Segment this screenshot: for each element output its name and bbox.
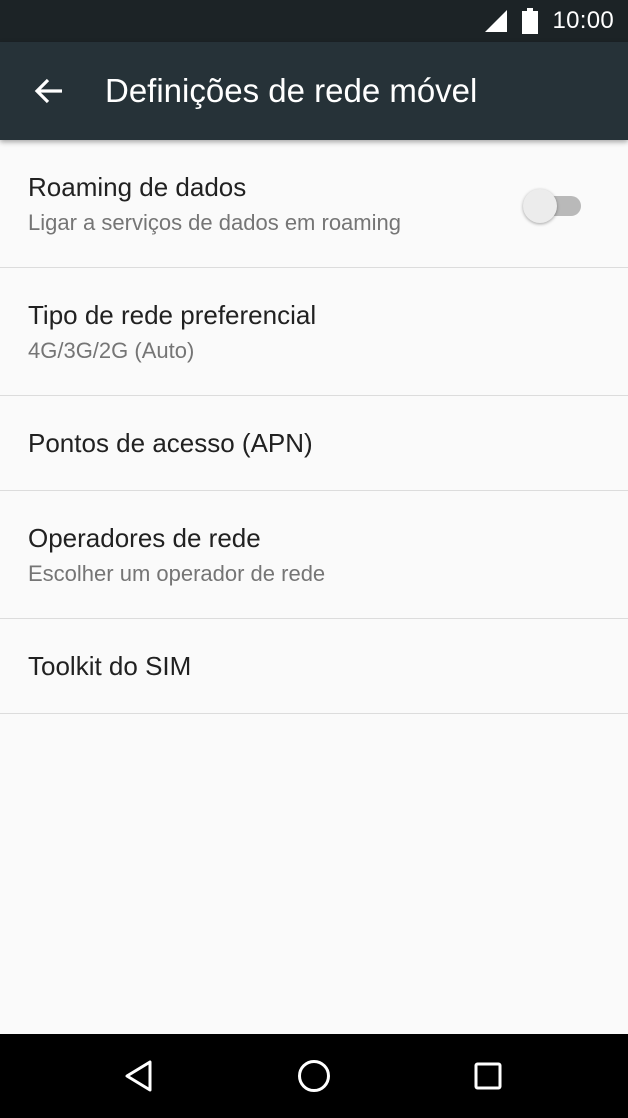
setting-summary: 4G/3G/2G (Auto): [28, 338, 195, 363]
setting-data-roaming[interactable]: Roaming de dados Ligar a serviços de dad…: [0, 140, 628, 268]
setting-summary: Escolher um operador de rede: [28, 561, 326, 586]
setting-network-operators[interactable]: Operadores de rede Escolher um operador …: [0, 491, 628, 619]
triangle-back-icon: [125, 1060, 152, 1092]
setting-title: Tipo de rede preferencial: [28, 300, 317, 330]
arrow-back-icon: [34, 78, 62, 104]
page-title: Definições de rede móvel: [105, 72, 478, 109]
toolbar: Definições de rede móvel: [0, 42, 628, 140]
square-recents-icon: [474, 1062, 502, 1090]
settings-list: Roaming de dados Ligar a serviços de dad…: [0, 140, 628, 714]
setting-title: Toolkit do SIM: [28, 651, 192, 681]
status-bar: 10:00: [0, 0, 628, 42]
switch-thumb: [523, 189, 557, 223]
status-time: 10:00: [552, 7, 614, 34]
nav-recents-button[interactable]: [443, 1034, 533, 1118]
setting-title: Pontos de acesso (APN): [28, 428, 313, 458]
back-button[interactable]: [0, 42, 98, 140]
navigation-bar: [0, 1034, 628, 1118]
setting-summary: Ligar a serviços de dados em roaming: [28, 210, 401, 235]
data-roaming-switch[interactable]: [523, 189, 581, 223]
setting-title: Operadores de rede: [28, 523, 261, 553]
setting-title: Roaming de dados: [28, 172, 247, 202]
battery-icon: [522, 8, 539, 34]
screen: 10:00 Definições de rede móvel Roaming d…: [0, 0, 628, 1118]
circle-home-icon: [298, 1060, 330, 1092]
cellular-signal-icon: [485, 10, 508, 32]
setting-access-point-names[interactable]: Pontos de acesso (APN): [0, 396, 628, 491]
setting-preferred-network-type[interactable]: Tipo de rede preferencial 4G/3G/2G (Auto…: [0, 268, 628, 396]
nav-back-button[interactable]: [95, 1034, 185, 1118]
nav-home-button[interactable]: [269, 1034, 359, 1118]
setting-sim-toolkit[interactable]: Toolkit do SIM: [0, 619, 628, 714]
